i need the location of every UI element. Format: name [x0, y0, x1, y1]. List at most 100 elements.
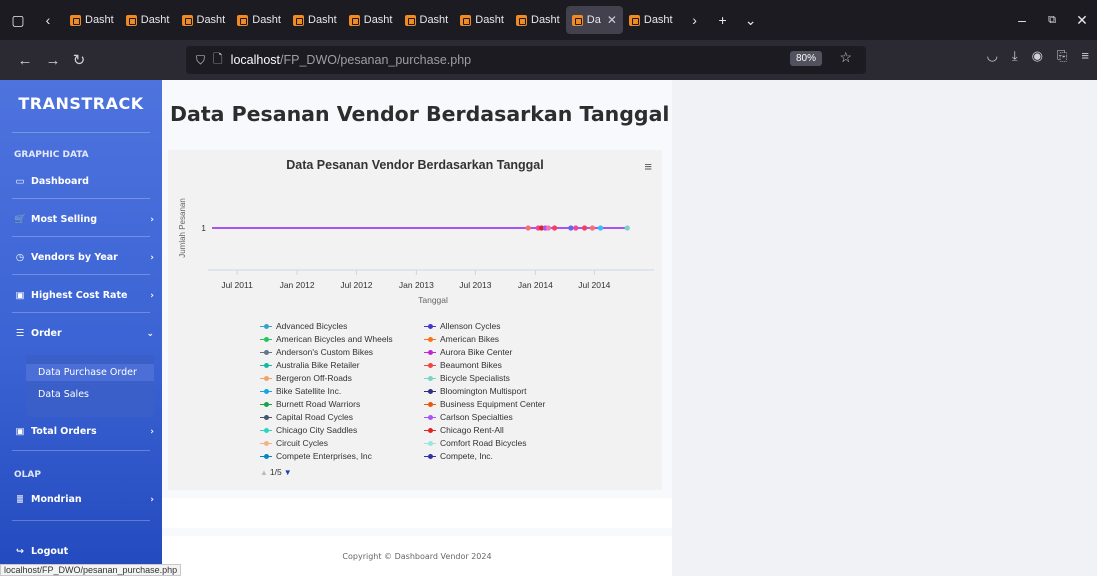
legend-marker-icon: [260, 400, 272, 408]
legend-item[interactable]: Anderson's Custom Bikes: [260, 347, 373, 357]
legend-item[interactable]: Allenson Cycles: [424, 321, 500, 331]
tab-scroll-left-icon[interactable]: ‹: [36, 8, 60, 32]
legend-item[interactable]: Advanced Bicycles: [260, 321, 347, 331]
empty-pane: [672, 80, 1097, 576]
sidebar-divider: [12, 132, 150, 133]
submenu-item-sales[interactable]: Data Sales: [38, 389, 89, 400]
pocket-icon[interactable]: ◡: [987, 48, 998, 64]
tab-label: Dasht: [419, 14, 449, 26]
reload-icon[interactable]: ↻: [66, 47, 92, 73]
x-tick-label: Jan 2014: [518, 280, 553, 290]
list-tabs-icon[interactable]: ⌄: [739, 8, 763, 32]
sidebar-item-most-selling[interactable]: 🛒 Most Selling ›: [14, 214, 154, 225]
x-tick-label: Jan 2012: [280, 280, 315, 290]
close-window-icon[interactable]: ✕: [1070, 8, 1094, 32]
legend-item[interactable]: Capital Road Cycles: [260, 412, 353, 422]
sidebar-item-label: Order: [31, 328, 62, 339]
tab-favicon-icon: [70, 14, 81, 26]
forward-icon[interactable]: →: [40, 47, 66, 73]
sidebar-item-order[interactable]: ☰ Order ⌄: [14, 328, 154, 339]
browser-tab[interactable]: Dasht: [64, 6, 120, 34]
legend-marker-icon: [424, 387, 436, 395]
downloads-icon[interactable]: ⤓: [1012, 48, 1018, 64]
chevron-right-icon: ›: [150, 494, 154, 505]
tab-favicon-icon: [516, 14, 527, 26]
submenu-item-purchase-order[interactable]: Data Purchase Order: [26, 364, 154, 381]
sidebar-item-highest-cost-rate[interactable]: ▣ Highest Cost Rate ›: [14, 290, 155, 301]
sidebar-item-vendors-by-year[interactable]: ◷ Vendors by Year ›: [14, 252, 154, 263]
legend-item[interactable]: Business Equipment Center: [424, 399, 545, 409]
browser-tab[interactable]: Dasht: [231, 6, 287, 34]
sidebar-item-logout[interactable]: ↪ Logout: [14, 546, 154, 557]
legend-label: Chicago City Saddles: [276, 425, 358, 435]
tab-close-icon[interactable]: ✕: [607, 13, 617, 27]
sidebar-item-dashboard[interactable]: ▭ Dashboard: [14, 176, 154, 187]
browser-tab[interactable]: Dasht: [510, 6, 566, 34]
tab-favicon-icon: [404, 14, 416, 26]
legend-marker-icon: [260, 374, 272, 382]
legend-marker-icon: [260, 452, 272, 460]
browser-tab[interactable]: Dasht: [120, 6, 176, 34]
legend-item[interactable]: American Bikes: [424, 334, 499, 344]
legend-label: Australia Bike Retailer: [276, 360, 360, 370]
data-point: [581, 225, 588, 231]
legend-marker-icon: [424, 426, 436, 434]
legend-item[interactable]: Beaumont Bikes: [424, 360, 502, 370]
brand-logo[interactable]: TRANSTRACK: [0, 94, 162, 113]
legend-item[interactable]: Chicago Rent-All: [424, 425, 504, 435]
zoom-level[interactable]: 80%: [789, 51, 822, 66]
legend-down-arrow-icon[interactable]: ▼: [284, 468, 292, 477]
legend-up-arrow-icon[interactable]: ▲: [260, 468, 268, 477]
legend-item[interactable]: Burnett Road Warriors: [260, 399, 360, 409]
legend-item[interactable]: Bike Satellite Inc.: [260, 386, 341, 396]
legend-item[interactable]: Compete Enterprises, Inc: [260, 451, 372, 461]
chart-menu-icon[interactable]: ≡: [644, 159, 652, 174]
browser-tab[interactable]: Dasht: [287, 6, 343, 34]
tab-favicon-icon: [237, 14, 249, 26]
tab-overview-icon[interactable]: ▢: [6, 8, 30, 32]
browser-tab[interactable]: Dasht: [176, 6, 232, 34]
legend-item[interactable]: Circuit Cycles: [260, 438, 328, 448]
legend-item[interactable]: Bicycle Specialists: [424, 373, 510, 383]
legend-item[interactable]: Bloomington Multisport: [424, 386, 526, 396]
browser-tab-bar: ▢ ‹ Dasht Dasht Dasht Dasht Dasht Dasht Dasht D…: [0, 0, 1097, 40]
browser-tab[interactable]: Dasht: [623, 6, 679, 34]
sidebar-item-label: Total Orders: [31, 426, 97, 437]
legend-marker-icon: [260, 439, 272, 447]
legend-item[interactable]: Compete, Inc.: [424, 451, 493, 461]
sidebar-item-total-orders[interactable]: ▣ Total Orders ›: [14, 426, 155, 437]
minimize-icon[interactable]: –: [1010, 8, 1034, 32]
legend-item[interactable]: Australia Bike Retailer: [260, 360, 360, 370]
legend-label: Circuit Cycles: [276, 438, 328, 448]
legend-item[interactable]: Comfort Road Bicycles: [424, 438, 526, 448]
new-tab-icon[interactable]: +: [711, 8, 735, 32]
menu-icon[interactable]: ≡: [1081, 48, 1089, 64]
main-content: Data Pesanan Vendor Berdasarkan Tanggal …: [162, 80, 672, 576]
legend-label: Advanced Bicycles: [276, 321, 348, 331]
x-tick-label: Jul 2011: [221, 280, 253, 290]
shield-icon[interactable]: ⛉: [196, 53, 205, 68]
x-tick-label: Jul 2012: [340, 280, 372, 290]
browser-tab[interactable]: Da ✕: [565, 6, 623, 34]
tab-label: Dasht: [85, 14, 114, 26]
restore-icon[interactable]: ⧉: [1040, 8, 1064, 32]
back-icon[interactable]: ←: [12, 47, 38, 73]
sidebar-item-mondrian[interactable]: ≣ Mondrian ›: [14, 494, 154, 505]
legend-label: Comfort Road Bicycles: [440, 438, 527, 448]
legend-item[interactable]: Carlson Specialties: [424, 412, 513, 422]
browser-tab[interactable]: Dasht: [343, 6, 399, 34]
browser-tab[interactable]: Dasht: [454, 6, 510, 34]
extensions-icon[interactable]: ⎘: [1057, 48, 1067, 64]
legend-item[interactable]: Aurora Bike Center: [424, 347, 512, 357]
legend-page: 1/5: [269, 467, 282, 477]
legend-marker-icon: [260, 413, 272, 421]
legend-item[interactable]: Chicago City Saddles: [260, 425, 357, 435]
address-bar[interactable]: ⛉ 🗋 localhost/FP_DWO/pesanan_purchase.ph…: [186, 46, 866, 74]
legend-item[interactable]: Bergeron Off-Roads: [260, 373, 352, 383]
tab-scroll-right-icon[interactable]: ›: [683, 8, 707, 32]
browser-tab[interactable]: Dasht: [399, 6, 455, 34]
legend-label: Compete Enterprises, Inc: [276, 451, 372, 461]
legend-item[interactable]: American Bicycles and Wheels: [260, 334, 393, 344]
account-icon[interactable]: ◉: [1032, 48, 1043, 64]
bookmark-star-icon[interactable]: ☆: [839, 49, 852, 66]
